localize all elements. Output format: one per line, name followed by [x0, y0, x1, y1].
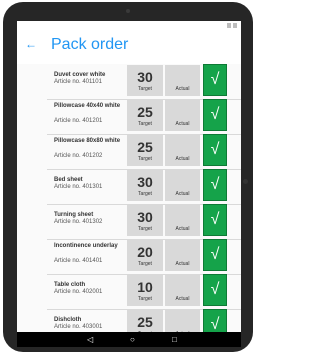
list-item: Table cloth Article no. 402001 10 Target… — [17, 274, 241, 310]
item-name: Turning sheet — [54, 212, 94, 218]
target-label: Target — [138, 156, 152, 162]
nav-home-icon[interactable]: ○ — [130, 335, 135, 344]
target-label: Target — [138, 296, 152, 302]
signal-icon — [227, 23, 231, 28]
list-item: Duvet cover white Article no. 401101 30 … — [17, 64, 241, 100]
item-article: Article no. 401401 — [54, 258, 103, 264]
sensor-dot — [243, 179, 248, 184]
item-name: Table cloth — [54, 282, 86, 288]
check-icon: √ — [210, 141, 220, 158]
check-icon: √ — [210, 246, 220, 263]
camera-dot — [126, 9, 130, 13]
app-header: ← Pack order — [17, 31, 241, 64]
target-box: 30 Target — [127, 65, 163, 96]
actual-label: Actual — [175, 191, 190, 197]
item-name: Dishcloth — [54, 317, 82, 323]
actual-label: Actual — [175, 226, 190, 232]
status-icons — [227, 23, 237, 28]
target-value: 25 — [137, 314, 153, 330]
target-box: 30 Target — [127, 205, 163, 236]
item-name: Pillowcase 80x80 white — [54, 138, 121, 144]
confirm-button[interactable]: √ — [203, 169, 227, 201]
confirm-button[interactable]: √ — [203, 134, 227, 166]
battery-icon — [233, 23, 237, 28]
target-box: 25 Target — [127, 100, 163, 131]
target-label: Target — [138, 191, 152, 197]
actual-label: Actual — [175, 156, 190, 162]
list-item: Incontinence underlay Article no. 401401… — [17, 239, 241, 275]
screen: ← Pack order Duvet cover white Article n… — [17, 21, 241, 347]
confirm-button[interactable]: √ — [203, 99, 227, 131]
item-article: Article no. 401202 — [54, 153, 103, 159]
target-box: 10 Target — [127, 275, 163, 306]
item-article: Article no. 401101 — [54, 79, 102, 85]
tablet-frame: ← Pack order Duvet cover white Article n… — [3, 2, 253, 352]
confirm-button[interactable]: √ — [203, 239, 227, 271]
back-arrow-icon[interactable]: ← — [25, 37, 37, 51]
target-label: Target — [138, 226, 152, 232]
page-title: Pack order — [51, 36, 129, 53]
actual-input[interactable]: Actual — [165, 135, 200, 166]
actual-input[interactable]: Actual — [165, 275, 200, 306]
list-item: Pillowcase 40x40 white Article no. 40120… — [17, 99, 241, 135]
actual-label: Actual — [175, 296, 190, 302]
target-value: 20 — [137, 244, 153, 260]
target-value: 30 — [137, 209, 153, 225]
target-label: Target — [138, 86, 152, 92]
actual-input[interactable]: Actual — [165, 100, 200, 131]
list-item: Pillowcase 80x80 white Article no. 40120… — [17, 134, 241, 170]
nav-recent-apps-icon[interactable]: □ — [172, 335, 177, 344]
nav-back-icon[interactable]: ◁ — [87, 335, 93, 344]
item-article: Article no. 402001 — [54, 289, 103, 295]
confirm-button[interactable]: √ — [203, 64, 227, 96]
confirm-button[interactable]: √ — [203, 274, 227, 306]
item-article: Article no. 403001 — [54, 324, 103, 330]
target-value: 10 — [137, 279, 153, 295]
check-icon: √ — [210, 211, 220, 228]
target-box: 20 Target — [127, 240, 163, 271]
actual-input[interactable]: Actual — [165, 170, 200, 201]
target-value: 30 — [137, 69, 153, 85]
check-icon: √ — [210, 71, 220, 88]
status-bar — [17, 21, 241, 31]
item-article: Article no. 401302 — [54, 219, 103, 225]
check-icon: √ — [210, 281, 220, 298]
system-nav-bar: ◁ ○ □ — [17, 332, 241, 347]
check-icon: √ — [210, 106, 220, 123]
check-icon: √ — [210, 176, 220, 193]
target-value: 25 — [137, 139, 153, 155]
list-item: Bed sheet Article no. 401301 30 Target A… — [17, 169, 241, 205]
item-name: Incontinence underlay — [54, 243, 118, 249]
item-name: Pillowcase 40x40 white — [54, 103, 121, 109]
actual-input[interactable]: Actual — [165, 65, 200, 96]
actual-input[interactable]: Actual — [165, 205, 200, 236]
target-box: 30 Target — [127, 170, 163, 201]
item-name: Duvet cover white — [54, 72, 106, 78]
target-value: 30 — [137, 174, 153, 190]
target-value: 25 — [137, 104, 153, 120]
target-label: Target — [138, 261, 152, 267]
target-label: Target — [138, 121, 152, 127]
target-box: 25 Target — [127, 135, 163, 166]
actual-label: Actual — [175, 261, 190, 267]
confirm-button[interactable]: √ — [203, 204, 227, 236]
list-item: Turning sheet Article no. 401302 30 Targ… — [17, 204, 241, 240]
item-article: Article no. 401301 — [54, 184, 103, 190]
actual-input[interactable]: Actual — [165, 240, 200, 271]
actual-label: Actual — [175, 121, 190, 127]
check-icon: √ — [210, 316, 220, 333]
item-name: Bed sheet — [54, 177, 83, 183]
actual-label: Actual — [175, 86, 190, 92]
item-article: Article no. 401201 — [54, 118, 103, 124]
